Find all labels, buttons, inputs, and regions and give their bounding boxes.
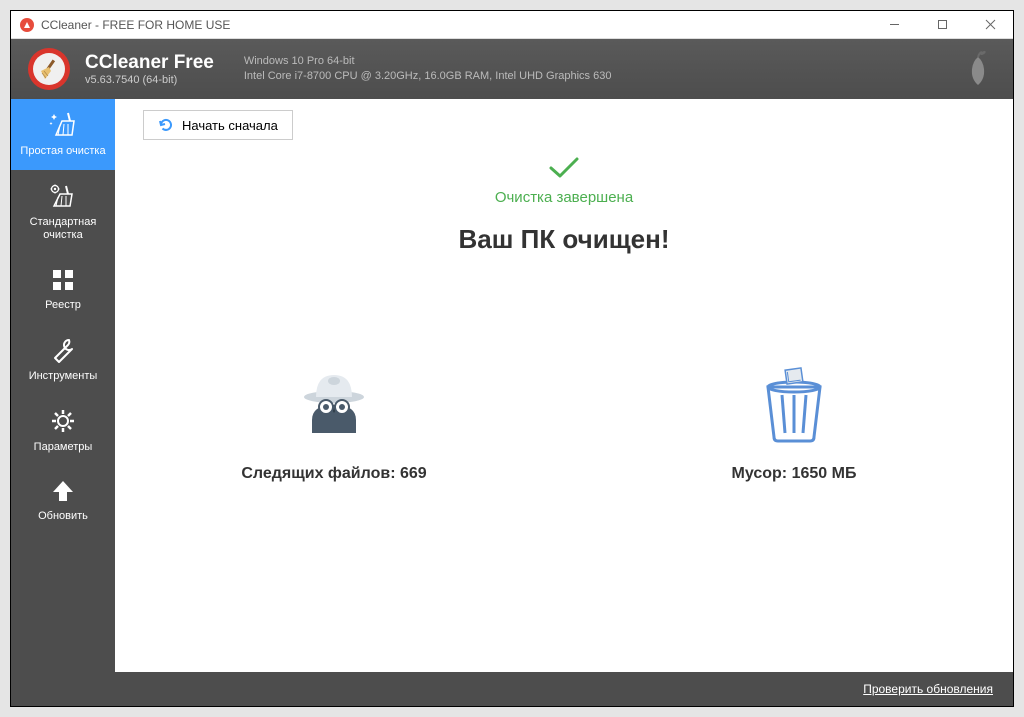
sidebar-item-label: Обновить: [38, 510, 88, 523]
minimize-button[interactable]: [879, 14, 909, 36]
window-controls: [879, 14, 1005, 36]
headline: Ваш ПК очищен!: [459, 224, 670, 255]
close-icon: [985, 19, 996, 30]
spy-icon: [294, 365, 374, 445]
trash-icon: [758, 365, 830, 445]
result-panel: Очистка завершена Ваш ПК очищен!: [115, 151, 1013, 672]
close-button[interactable]: [975, 14, 1005, 36]
app-small-icon: [19, 17, 35, 33]
app-header: CCleaner Free v5.63.7540 (64-bit) Window…: [11, 39, 1013, 99]
system-info: Windows 10 Pro 64-bit Intel Core i7-8700…: [244, 54, 612, 84]
wrench-icon: [49, 336, 77, 364]
arrow-up-icon: [49, 478, 77, 504]
body-row: Простая очистка Стандартная очистк: [11, 99, 1013, 706]
sidebar-item-easy-clean[interactable]: Простая очистка: [11, 99, 115, 170]
content-area: Начать сначала Очистка завершена Ваш ПК …: [115, 99, 1013, 706]
stat-junk: Мусор: 1650 МБ: [694, 365, 894, 483]
sidebar-item-label: Простая очистка: [20, 145, 105, 158]
stat-tracking: Следящих файлов: 669: [234, 365, 434, 483]
refresh-icon: [158, 117, 174, 133]
grid-icon: [50, 267, 76, 293]
app-version: v5.63.7540 (64-bit): [85, 74, 214, 86]
sidebar-item-upgrade[interactable]: Обновить: [11, 466, 115, 535]
sidebar-item-custom-clean[interactable]: Стандартная очистка: [11, 170, 115, 254]
sidebar-item-label: Реестр: [45, 299, 81, 312]
app-name: CCleaner Free: [85, 52, 214, 74]
minimize-icon: [889, 19, 900, 30]
broom-gear-icon: [48, 182, 78, 210]
restart-button[interactable]: Начать сначала: [143, 110, 293, 140]
check-updates-link[interactable]: Проверить обновления: [863, 682, 993, 696]
sys-os: Windows 10 Pro 64-bit: [244, 54, 612, 69]
gear-icon: [49, 407, 77, 435]
titlebar-text: CCleaner - FREE FOR HOME USE: [41, 18, 879, 32]
titlebar: CCleaner - FREE FOR HOME USE: [11, 11, 1013, 39]
sidebar: Простая очистка Стандартная очистк: [11, 99, 115, 706]
maximize-icon: [937, 19, 948, 30]
sidebar-item-label: Инструменты: [29, 370, 98, 383]
sidebar-item-options[interactable]: Параметры: [11, 395, 115, 466]
stat-junk-label: Мусор: 1650 МБ: [732, 465, 857, 483]
app-window: CCleaner - FREE FOR HOME USE: [10, 10, 1014, 707]
status-text: Очистка завершена: [495, 189, 633, 206]
footer-bar: Проверить обновления: [115, 672, 1013, 706]
restart-button-label: Начать сначала: [182, 118, 278, 133]
sidebar-item-tools[interactable]: Инструменты: [11, 324, 115, 395]
sidebar-item-label: Параметры: [34, 441, 93, 454]
pear-icon: [963, 49, 993, 89]
stats-row: Следящих файлов: 669 Мусор: 1650 М: [234, 365, 894, 483]
app-title-block: CCleaner Free v5.63.7540 (64-bit): [85, 52, 214, 86]
broom-sparkle-icon: [48, 111, 78, 139]
stat-tracking-label: Следящих файлов: 669: [241, 465, 426, 483]
checkmark-icon: [547, 155, 581, 181]
content-topbar: Начать сначала: [115, 99, 1013, 151]
app-logo-icon: [27, 47, 71, 91]
sidebar-item-registry[interactable]: Реестр: [11, 255, 115, 324]
maximize-button[interactable]: [927, 14, 957, 36]
sidebar-item-label: Стандартная очистка: [13, 216, 113, 242]
sys-hardware: Intel Core i7-8700 CPU @ 3.20GHz, 16.0GB…: [244, 69, 612, 84]
